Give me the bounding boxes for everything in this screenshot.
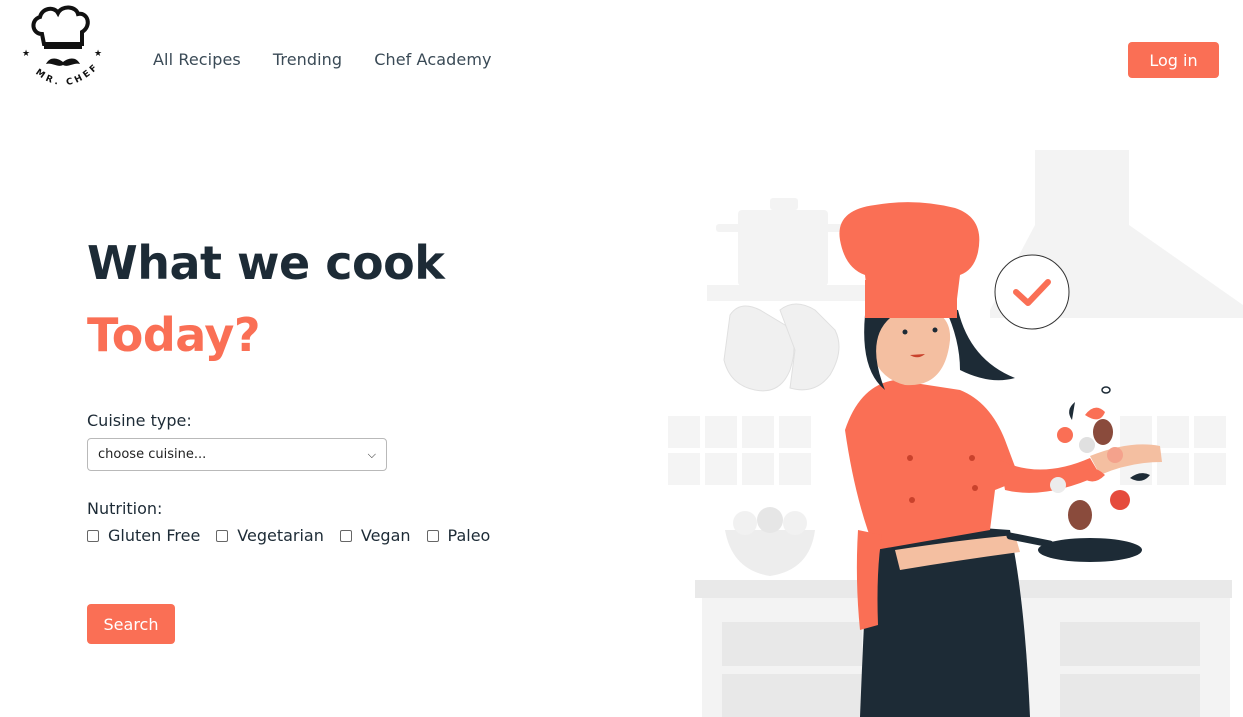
search-button[interactable]: Search	[87, 604, 175, 644]
option-vegetarian[interactable]: Vegetarian	[216, 526, 324, 545]
cuisine-select[interactable]: choose cuisine... ⌵	[87, 438, 387, 471]
cuisine-label: Cuisine type:	[87, 411, 192, 430]
nav-chef-academy[interactable]: Chef Academy	[374, 50, 491, 69]
logo[interactable]: ★ ★ MR. CHEF	[20, 4, 106, 96]
nutrition-label: Nutrition:	[87, 499, 163, 518]
checkbox-vegetarian[interactable]	[216, 529, 229, 542]
chevron-down-icon: ⌵	[367, 447, 376, 461]
cuisine-select-value: choose cuisine...	[98, 447, 207, 462]
option-label: Gluten Free	[108, 526, 201, 545]
svg-text:MR. CHEF: MR. CHEF	[33, 61, 101, 88]
chef-cooking-illustration	[668, 150, 1243, 717]
option-label: Vegetarian	[237, 526, 324, 545]
hero-subtitle: Today?	[87, 308, 261, 362]
option-label: Vegan	[360, 526, 411, 545]
checkbox-vegan[interactable]	[339, 529, 352, 542]
option-label: Paleo	[447, 526, 491, 545]
option-paleo[interactable]: Paleo	[426, 526, 491, 545]
option-vegan[interactable]: Vegan	[339, 526, 411, 545]
nav-all-recipes[interactable]: All Recipes	[153, 50, 241, 69]
nutrition-options: Gluten Free Vegetarian Vegan Paleo	[87, 526, 506, 545]
hero-title: What we cook	[87, 236, 445, 290]
option-gluten-free[interactable]: Gluten Free	[87, 526, 200, 545]
login-button[interactable]: Log in	[1128, 42, 1219, 78]
checkbox-gluten-free[interactable]	[87, 529, 99, 542]
main-nav: All Recipes Trending Chef Academy	[153, 50, 492, 69]
checkbox-paleo[interactable]	[426, 529, 439, 542]
nav-trending[interactable]: Trending	[273, 50, 342, 69]
logo-text: MR. CHEF	[33, 61, 101, 88]
